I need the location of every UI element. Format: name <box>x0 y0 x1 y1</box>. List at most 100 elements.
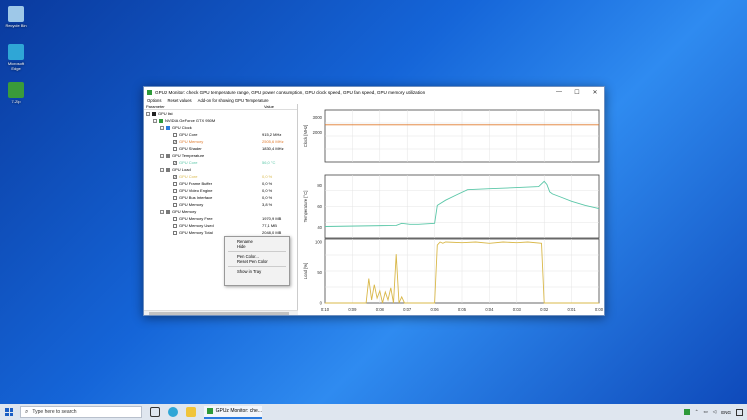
row-value: 0,0 % <box>262 181 273 186</box>
y-tick-label: 100 <box>315 240 323 245</box>
context-show-in-tray[interactable]: Show in Tray <box>225 269 289 274</box>
volume-icon[interactable]: ◁ <box>713 409 716 415</box>
tree-row[interactable]: GPU Memory 3,8 % <box>144 201 297 208</box>
expander-icon[interactable]: - <box>160 209 164 214</box>
y-tick-label: 80 <box>317 183 322 188</box>
row-checkbox[interactable] <box>173 146 177 151</box>
minimize-button[interactable]: — <box>550 89 568 95</box>
desktop-icon-label: 7-Zip <box>11 99 21 104</box>
parameter-column-header[interactable]: Parameter <box>144 104 262 109</box>
edge-icon[interactable] <box>168 407 178 417</box>
row-checkbox[interactable] <box>173 132 177 137</box>
x-tick-label: 0:03 <box>513 307 522 312</box>
row-value: 77,1 MB <box>262 223 277 228</box>
tree-row[interactable]: - GPU Clock <box>144 124 297 131</box>
title-bar[interactable]: GPUz Monitor: check GPU temperature rang… <box>144 87 604 97</box>
gpuz-tray-icon[interactable] <box>683 409 690 415</box>
expander-icon[interactable]: - <box>160 167 164 172</box>
x-tick-label: 0:07 <box>403 307 412 312</box>
tree-row[interactable]: ✓ GPU Core 56,0 °C <box>144 159 297 166</box>
menu-options[interactable]: Options <box>147 98 161 103</box>
x-tick-label: 0:01 <box>568 307 577 312</box>
tree-row[interactable]: GPU Shader 1830,4 MHz <box>144 145 297 152</box>
app-window: GPUz Monitor: check GPU temperature rang… <box>143 86 605 316</box>
network-icon[interactable]: ▭ <box>704 409 708 415</box>
y-tick-label: 2000 <box>313 130 323 135</box>
tree-row[interactable]: GPU Memory Free 1970,9 MB <box>144 215 297 222</box>
taskbar: ⌕ Type here to search GPUz Monitor: che.… <box>0 404 747 420</box>
expander-icon[interactable]: - <box>160 153 164 158</box>
system-tray: ⌃ ▭ ◁ ENG <box>683 404 743 420</box>
tree-row[interactable]: ✓ GPU Core 0,0 % <box>144 173 297 180</box>
row-checkbox[interactable] <box>173 195 177 200</box>
start-icon[interactable] <box>5 408 13 416</box>
horizontal-scrollbar[interactable] <box>144 310 298 315</box>
menu-addon[interactable]: Add-on for showing GPU Temperature <box>198 98 269 103</box>
row-checkbox[interactable]: ✓ <box>173 160 177 165</box>
x-tick-label: 0:05 <box>458 307 467 312</box>
scrollbar-thumb[interactable] <box>149 312 289 315</box>
tree-row[interactable]: GPU Memory Used 77,1 MB <box>144 222 297 229</box>
row-label: GPU Load <box>172 167 191 172</box>
row-value: 1970,9 MB <box>262 216 282 221</box>
desktop-icon[interactable]: Microsoft Edge <box>5 44 27 71</box>
row-checkbox[interactable]: ✓ <box>173 174 177 179</box>
row-label: GPU list <box>158 111 173 116</box>
context-reset-pen-color[interactable]: Reset Pen Color <box>225 259 289 264</box>
group-icon <box>166 209 170 214</box>
taskbar-app-label: GPUz Monitor: che... <box>215 408 262 414</box>
row-checkbox[interactable] <box>173 181 177 186</box>
x-tick-label: 0:06 <box>431 307 440 312</box>
group-icon <box>166 153 170 158</box>
row-value: 2048,0 MB <box>262 230 282 235</box>
chevron-up-icon[interactable]: ⌃ <box>695 409 699 415</box>
tree-row[interactable]: - GPU list <box>144 110 297 117</box>
search-box[interactable]: ⌕ Type here to search <box>20 406 142 418</box>
row-checkbox[interactable] <box>173 223 177 228</box>
tree-row[interactable]: - NVIDIA GeForce GTX 950M <box>144 117 297 124</box>
taskbar-app-gpuz[interactable]: GPUz Monitor: che... <box>204 405 262 419</box>
row-value: 0,0 % <box>262 174 273 179</box>
language-indicator[interactable]: ENG <box>721 410 731 415</box>
row-checkbox[interactable] <box>173 188 177 193</box>
value-column-header[interactable]: Value <box>262 104 274 109</box>
app-icon <box>147 89 152 95</box>
expander-icon[interactable]: - <box>160 125 164 130</box>
tree-row[interactable]: GPU Bus Interface 0,0 % <box>144 194 297 201</box>
tree-row[interactable]: - GPU Load <box>144 166 297 173</box>
x-tick-label: 0:00 <box>595 307 604 312</box>
row-label: GPU Core <box>179 174 198 179</box>
context-hide[interactable]: Hide <box>225 244 289 249</box>
file-explorer-icon[interactable] <box>186 407 196 417</box>
row-checkbox[interactable]: ✓ <box>173 139 177 144</box>
row-checkbox[interactable] <box>173 230 177 235</box>
row-checkbox[interactable] <box>173 202 177 207</box>
desktop-icon[interactable]: 7-Zip <box>5 82 27 104</box>
group-icon <box>166 167 170 172</box>
row-checkbox[interactable] <box>173 216 177 221</box>
notification-icon[interactable] <box>736 408 743 416</box>
menu-reset-values[interactable]: Reset values <box>167 98 191 103</box>
expander-icon[interactable]: - <box>146 111 150 116</box>
expander-icon[interactable]: - <box>153 118 157 123</box>
tree-row[interactable]: ✓ GPU Memory 2505,6 MHz <box>144 138 297 145</box>
tree-row[interactable]: - GPU Memory <box>144 208 297 215</box>
tree-row[interactable]: GPU Memory Total 2048,0 MB <box>144 229 297 236</box>
desktop-icon[interactable]: Recycle Bin <box>5 6 27 28</box>
row-label: GPU Memory <box>179 202 204 207</box>
tree-row[interactable]: GPU Video Engine 0,0 % <box>144 187 297 194</box>
x-tick-label: 0:04 <box>485 307 494 312</box>
tree-row[interactable]: GPU Core 915,2 MHz <box>144 131 297 138</box>
row-label: GPU Shader <box>179 146 202 151</box>
desktop-icon-label: Microsoft Edge <box>7 61 25 71</box>
tree-row[interactable]: GPU Frame Buffer 0,0 % <box>144 180 297 187</box>
search-placeholder: Type here to search <box>32 409 77 415</box>
tree-row[interactable]: - GPU Temperature <box>144 152 297 159</box>
y-tick-label: 40 <box>317 225 322 230</box>
row-label: GPU Frame Buffer <box>179 181 213 186</box>
task-view-icon[interactable] <box>150 407 160 417</box>
maximize-button[interactable]: ☐ <box>568 89 586 96</box>
close-button[interactable]: ✕ <box>586 89 604 96</box>
row-label: GPU Memory Used <box>179 223 214 228</box>
row-value: 1830,4 MHz <box>262 146 284 151</box>
